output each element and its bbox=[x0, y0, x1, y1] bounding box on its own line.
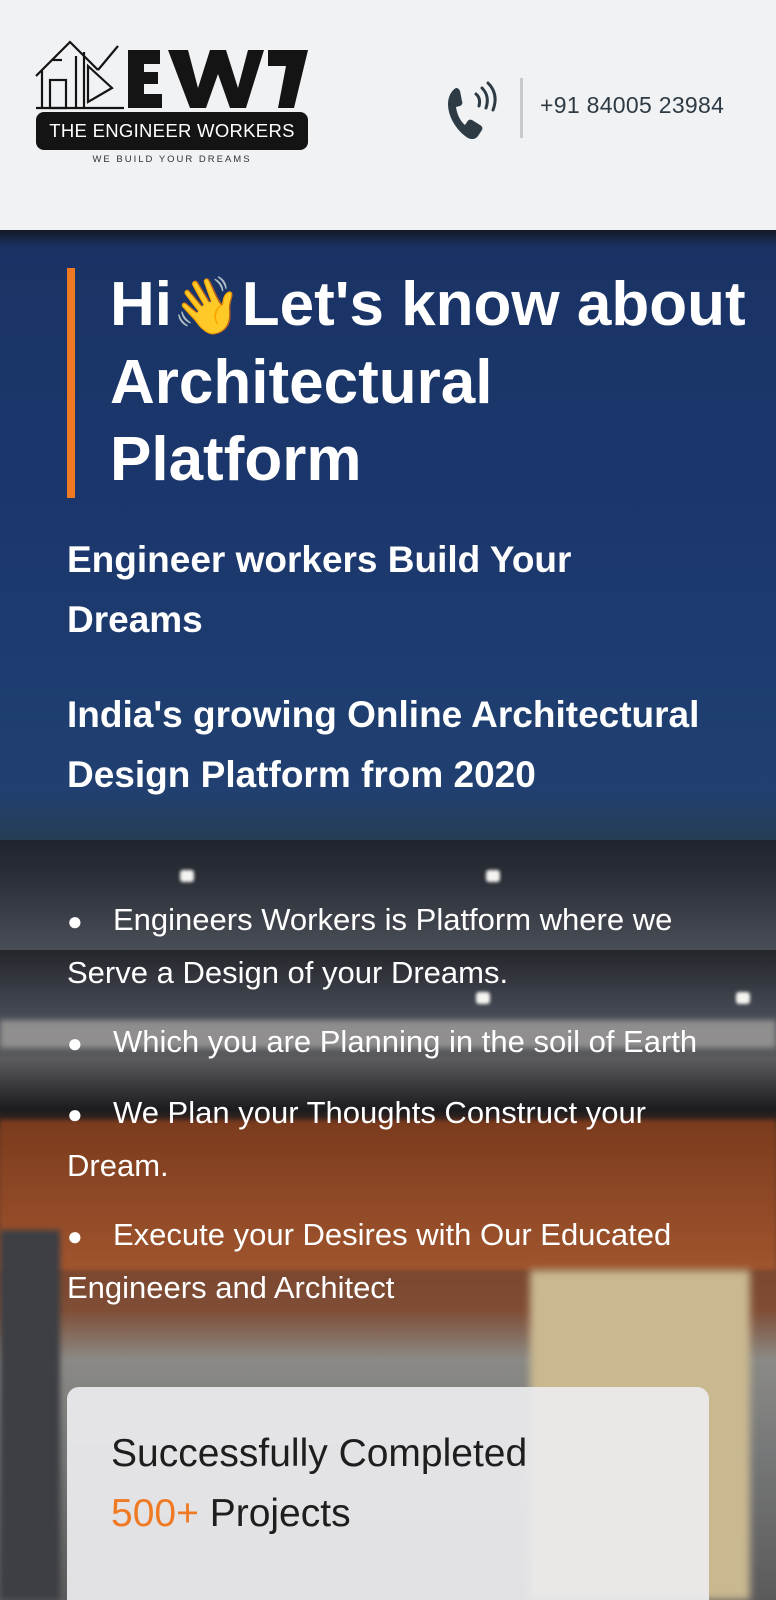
list-item: ● We Plan your Thoughts Construct your Dr… bbox=[67, 1087, 747, 1191]
bullet-icon: ● bbox=[67, 1099, 83, 1129]
list-item-text: Execute your Desires with Our Educated E… bbox=[67, 1217, 672, 1305]
background-wall bbox=[0, 1230, 60, 1600]
logo-mark bbox=[35, 40, 308, 110]
background-light bbox=[486, 870, 500, 882]
list-item: ● Execute your Desires with Our Educated … bbox=[67, 1209, 747, 1313]
phone-divider bbox=[520, 78, 523, 138]
site-header: THE ENGINEER WORKERS WE BUILD YOUR DREAM… bbox=[0, 0, 776, 230]
bullet-icon: ● bbox=[67, 906, 83, 936]
stats-count: 500+ bbox=[111, 1492, 199, 1535]
bullet-icon: ● bbox=[67, 1221, 83, 1251]
list-item-text: Which you are Planning in the soil of Ea… bbox=[113, 1024, 698, 1059]
projects-stats-card: Successfully Completed 500+ Projects bbox=[67, 1387, 709, 1600]
bullet-icon: ● bbox=[67, 1028, 83, 1058]
stats-value-row: 500+ Projects bbox=[111, 1492, 351, 1536]
phone-icon bbox=[448, 81, 497, 140]
list-item-text: Engineers Workers is Platform where we S… bbox=[67, 902, 673, 990]
logo-tagline: WE BUILD YOUR DREAMS bbox=[92, 154, 252, 165]
logo-brand-name: THE ENGINEER WORKERS bbox=[36, 112, 308, 150]
hero-subtitle: Engineer workers Build Your Dreams bbox=[67, 539, 572, 640]
title-greeting: Hi bbox=[110, 270, 172, 339]
list-item: ● Which you are Planning in the soil of E… bbox=[67, 1016, 747, 1069]
phone-number[interactable]: +91 84005 23984 bbox=[540, 92, 724, 119]
background-light bbox=[180, 870, 194, 882]
list-item: ● Engineers Workers is Platform where we … bbox=[67, 894, 747, 998]
waving-hand-icon: 👋 bbox=[172, 274, 242, 337]
title-accent-bar bbox=[67, 268, 75, 498]
hero-title: Hi👋Let's know about Architectural Platfo… bbox=[110, 266, 750, 498]
brand-logo[interactable]: THE ENGINEER WORKERS WE BUILD YOUR DREAM… bbox=[32, 36, 312, 171]
stats-label: Successfully Completed bbox=[111, 1432, 528, 1475]
hero-subtitle-secondary: India's growing Online Architectural Des… bbox=[67, 694, 700, 795]
phone-contact[interactable]: +91 84005 23984 bbox=[444, 74, 754, 144]
stats-unit: Projects bbox=[209, 1492, 351, 1535]
hero-section: Hi👋Let's know about Architectural Platfo… bbox=[0, 230, 776, 1600]
feature-list: ● Engineers Workers is Platform where we … bbox=[67, 894, 747, 1331]
list-item-text: We Plan your Thoughts Construct your Dre… bbox=[67, 1095, 647, 1183]
